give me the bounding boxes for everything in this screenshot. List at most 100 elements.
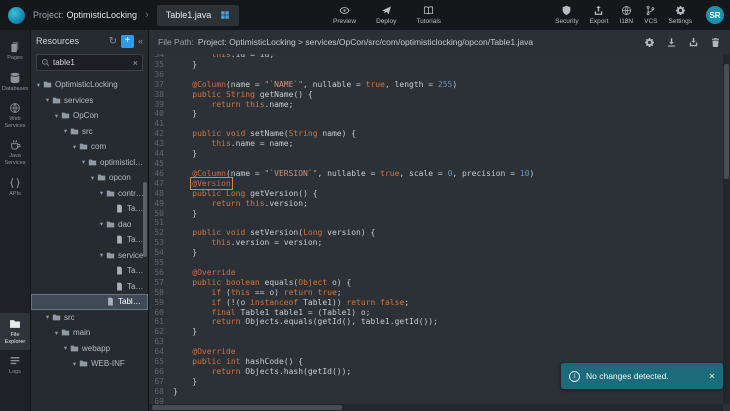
topbar-item-export[interactable]: Export: [590, 5, 609, 25]
tree-scrollbar[interactable]: [143, 182, 147, 257]
sidebar-item-pages[interactable]: Pages: [0, 36, 30, 67]
clear-search-icon[interactable]: ×: [133, 58, 138, 68]
chevron-down-icon[interactable]: ▾: [79, 158, 88, 166]
code-text[interactable]: public boolean equals(Object o) {: [173, 278, 351, 287]
tree-item-label: src: [64, 313, 75, 322]
chevron-down-icon[interactable]: ▾: [43, 96, 52, 104]
tree-item-label: controller: [118, 189, 144, 198]
tree-item-main[interactable]: ▾main: [31, 325, 148, 341]
code-text[interactable]: @Override: [173, 347, 236, 356]
topbar-item-i18n[interactable]: I18N: [619, 5, 633, 25]
user-avatar[interactable]: SR: [706, 6, 724, 24]
file-settings-button[interactable]: [644, 37, 655, 48]
tree-item-table1service-java[interactable]: Table1Service.java: [31, 263, 148, 279]
tree-item-web-inf[interactable]: ▾WEB-INF: [31, 356, 148, 372]
chevron-down-icon[interactable]: ▾: [70, 360, 79, 368]
app-logo[interactable]: [8, 7, 25, 24]
topbar-item-vcs[interactable]: VCS: [644, 5, 657, 25]
tree-item-webapp[interactable]: ▾webapp: [31, 341, 148, 357]
editor-horizontal-scrollbar[interactable]: [152, 405, 342, 410]
add-resource-button[interactable]: +: [121, 35, 134, 48]
code-text[interactable]: final Table1 table1 = (Table1) o;: [173, 308, 370, 317]
tree-item-service[interactable]: ▾service: [31, 248, 148, 264]
code-text[interactable]: this.id = id;: [173, 54, 274, 59]
code-text[interactable]: public String getName() {: [173, 90, 313, 99]
sidebar-item-java-services[interactable]: Java Services: [0, 134, 30, 171]
tree-item-controller[interactable]: ▾ controller: [31, 186, 148, 202]
code-text[interactable]: @Column(name = "`NAME`", nullable = true…: [173, 80, 457, 89]
code-text[interactable]: }: [173, 327, 197, 336]
code-text[interactable]: }: [173, 109, 197, 118]
tree-item-dao[interactable]: ▾dao: [31, 217, 148, 233]
chevron-down-icon[interactable]: ▾: [52, 329, 61, 337]
code-text[interactable]: }: [173, 149, 197, 158]
code-text[interactable]: this.version = version;: [173, 238, 322, 247]
tree-item-src[interactable]: ▾ src: [31, 124, 148, 140]
chevron-down-icon[interactable]: ▾: [70, 143, 79, 151]
tab-table1-java[interactable]: Table1.java: [157, 5, 240, 26]
code-text[interactable]: @Version: [173, 179, 231, 188]
tree-item-src[interactable]: ▾ src: [31, 310, 148, 326]
chevron-down-icon[interactable]: ▾: [97, 251, 106, 259]
chevron-down-icon[interactable]: ▾: [52, 112, 61, 120]
code-text[interactable]: public void setVersion(Long version) {: [173, 228, 375, 237]
search-input[interactable]: [53, 58, 130, 67]
code-text[interactable]: return Objects.hash(getId());: [173, 367, 351, 376]
sidebar-item-apis[interactable]: APIs: [0, 172, 30, 203]
tree-item-optimisticlocking[interactable]: ▾OptimisticLocking: [31, 77, 148, 93]
toast-close-icon[interactable]: ×: [709, 371, 715, 382]
project-label: Project:: [33, 10, 64, 20]
topbar-item-settings[interactable]: Settings: [669, 5, 693, 25]
tree-item-table1controller-java[interactable]: Table1Controller.java: [31, 201, 148, 217]
code-text[interactable]: return this.version;: [173, 199, 308, 208]
topbar-item-security[interactable]: Security: [555, 5, 578, 25]
chevron-down-icon[interactable]: ▾: [61, 344, 70, 352]
line-number: 40: [149, 109, 173, 119]
chevron-down-icon[interactable]: ▾: [97, 189, 106, 197]
code-text[interactable]: if (!(o instanceof Table1)) return false…: [173, 298, 409, 307]
chevron-down-icon[interactable]: ▾: [43, 313, 52, 321]
editor-vertical-scrollbar[interactable]: [724, 64, 729, 179]
tree-item-table1-java[interactable]: Table1.java: [31, 294, 148, 310]
code-text[interactable]: @Override: [173, 268, 236, 277]
code-text[interactable]: public void setName(String name) {: [173, 129, 356, 138]
chevron-down-icon[interactable]: ▾: [88, 174, 97, 182]
topbar-item-preview[interactable]: Preview: [333, 5, 356, 25]
tree-item-optimisticlocking[interactable]: ▾optimisticlocking: [31, 155, 148, 171]
tree-item-com[interactable]: ▾com: [31, 139, 148, 155]
tree-item-opcon[interactable]: ▾OpCon: [31, 108, 148, 124]
refresh-icon[interactable]: ↻: [109, 36, 117, 47]
sidebar-item-logs[interactable]: Logs: [0, 350, 30, 381]
code-text[interactable]: }: [173, 248, 197, 257]
sidebar-item-databases[interactable]: Databases: [0, 67, 30, 98]
tree-item-services[interactable]: ▾services: [31, 93, 148, 109]
check-in-button[interactable]: [688, 37, 699, 48]
code-text[interactable]: }: [173, 377, 197, 386]
topbar-item-tutorials[interactable]: Tutorials: [416, 5, 441, 25]
tree-item-opcon[interactable]: ▾opcon: [31, 170, 148, 186]
code-editor[interactable]: 34 this.id = id;35 }3637 @Column(name = …: [149, 54, 730, 411]
code-text[interactable]: this.name = name;: [173, 139, 293, 148]
code-text[interactable]: public int hashCode() {: [173, 357, 303, 366]
export-icon: [593, 5, 604, 16]
chevron-down-icon[interactable]: ▾: [34, 81, 43, 89]
code-text[interactable]: @Column(name = "`VERSION`", nullable = t…: [173, 169, 534, 178]
chevron-down-icon[interactable]: ▾: [97, 220, 106, 228]
delete-button[interactable]: [710, 37, 721, 48]
collapse-panel-icon[interactable]: «: [138, 36, 143, 46]
tree-item-table1serviceimpl-java[interactable]: Table1ServiceImpl.java: [31, 279, 148, 295]
code-text[interactable]: public Long getVersion() {: [173, 189, 318, 198]
code-text[interactable]: if (this == o) return true;: [173, 288, 342, 297]
tree-item-table1dao-java[interactable]: Table1Dao.java: [31, 232, 148, 248]
code-text[interactable]: }: [173, 209, 197, 218]
code-text[interactable]: }: [173, 387, 178, 396]
topbar-item-deploy[interactable]: Deploy: [376, 5, 396, 25]
tree-item-label: src: [82, 127, 93, 136]
code-text[interactable]: return Objects.equals(getId(), table1.ge…: [173, 317, 438, 326]
code-text[interactable]: }: [173, 60, 197, 69]
download-button[interactable]: [666, 37, 677, 48]
chevron-down-icon[interactable]: ▾: [61, 127, 70, 135]
sidebar-item-file-explorer[interactable]: File Explorer: [0, 313, 30, 350]
code-text[interactable]: return this.name;: [173, 100, 293, 109]
sidebar-item-web-services[interactable]: Web Services: [0, 97, 30, 134]
